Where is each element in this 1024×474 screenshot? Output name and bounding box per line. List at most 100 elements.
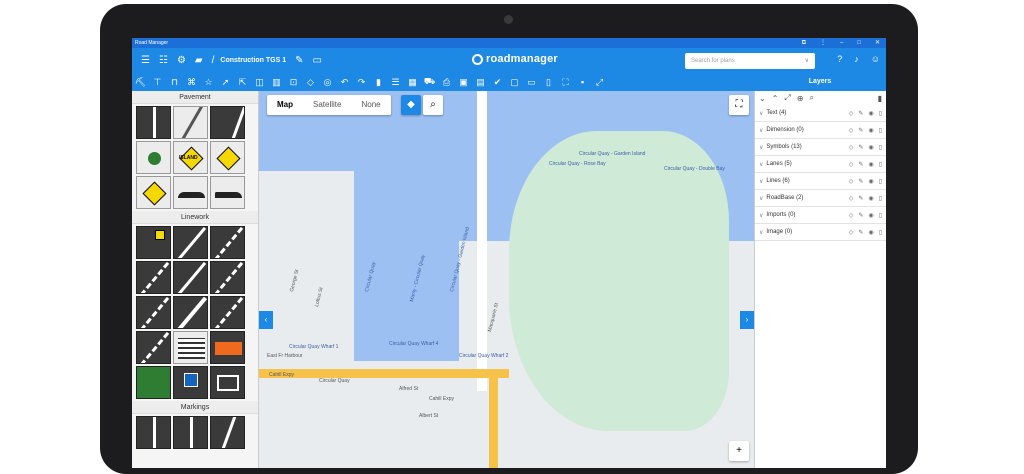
window-maximize-button[interactable]: □ (857, 38, 861, 48)
message-tool-icon[interactable]: ▭ (523, 77, 540, 88)
window-close-button[interactable]: ✕ (875, 38, 880, 48)
diagonal-line-tile[interactable] (173, 226, 208, 259)
project-name[interactable]: Construction TGS 1 (220, 57, 286, 64)
pencil-icon[interactable]: ✎ (858, 195, 863, 202)
window-more-button[interactable]: ⋮ (820, 38, 826, 48)
chevron-down-icon[interactable]: ∨ (759, 195, 763, 202)
check-tool-icon[interactable]: ✔ (489, 77, 506, 88)
map-mode-none-tab[interactable]: None (351, 95, 390, 115)
hatch-zone-tile[interactable] (173, 331, 208, 364)
map-mode-map-tab[interactable]: Map (267, 95, 303, 115)
target-icon[interactable]: ◇ (849, 127, 854, 134)
select-multi-tool-icon[interactable]: ⇱ (234, 77, 251, 88)
chevron-down-icon[interactable]: ∨ (759, 127, 763, 134)
network-tool-icon[interactable]: ⌘ (183, 77, 200, 88)
marking-arrow-left-tile[interactable] (136, 416, 171, 449)
focus-tool-icon[interactable]: ⛶ (557, 77, 574, 88)
solid-line-tile[interactable] (173, 296, 208, 329)
bump-sign-tile[interactable] (173, 176, 208, 209)
bell-icon[interactable]: ♪ (854, 54, 859, 64)
target-icon[interactable]: ◇ (849, 195, 854, 202)
account-icon[interactable]: ☺ (871, 54, 880, 64)
sign-tool-icon[interactable]: ⊤ (149, 77, 166, 88)
trash-icon[interactable]: ▮ (878, 94, 882, 103)
gear-icon[interactable]: ⚙ (177, 55, 186, 66)
chevron-down-icon[interactable]: ∨ (759, 161, 763, 168)
lock-icon[interactable]: ▯ (879, 212, 882, 219)
zoom-in-icon[interactable]: + (729, 441, 749, 461)
layer-row-symbols[interactable]: ∨ Symbols (13) ◇ ✎ ◉ ▯ (755, 139, 886, 156)
eye-icon[interactable]: ◉ (868, 212, 873, 219)
lock-icon[interactable]: ▯ (879, 127, 882, 134)
eye-icon[interactable]: ◉ (868, 127, 873, 134)
layer-row-text[interactable]: ∨ Text (4) ◇ ✎ ◉ ▯ (755, 105, 886, 122)
dashed-line-2-tile[interactable] (136, 261, 171, 294)
diagonal-line-2-tile[interactable] (173, 261, 208, 294)
dashed-line-4-tile[interactable] (210, 296, 245, 329)
layer-row-lines[interactable]: ∨ Lines (6) ◇ ✎ ◉ ▯ (755, 173, 886, 190)
lock-icon[interactable]: ▯ (879, 161, 882, 168)
target-icon[interactable]: ◇ (849, 144, 854, 151)
curved-road-tile[interactable] (173, 106, 208, 139)
lock-icon[interactable]: ▯ (879, 178, 882, 185)
menu-icon[interactable]: ☰ (141, 55, 150, 66)
target-icon[interactable]: ◇ (849, 212, 854, 219)
comment-tool-icon[interactable]: ▢ (506, 77, 523, 88)
marking-arrow-right-tile[interactable] (210, 416, 245, 449)
chevron-down-icon[interactable]: ∨ (759, 178, 763, 185)
map-search-icon[interactable]: ⌕ (423, 95, 443, 115)
list-tool-icon[interactable]: ☰ (387, 77, 404, 88)
pencil-icon[interactable]: ✎ (858, 127, 863, 134)
road-tool-icon[interactable]: ⛏ (132, 77, 149, 88)
parking-zone-tile[interactable] (173, 366, 208, 399)
bus-lane-tile[interactable] (136, 366, 171, 399)
pedestrian-sign-tile[interactable] (210, 141, 245, 174)
expand-all-icon[interactable]: ⌄ (759, 94, 766, 103)
roundabout-tile[interactable] (136, 141, 171, 174)
chevron-down-icon[interactable]: ∨ (805, 53, 809, 69)
map-fullscreen-icon[interactable]: ⛶ (729, 95, 749, 115)
eye-icon[interactable]: ◉ (868, 178, 873, 185)
doc-tool-icon[interactable]: ▯ (540, 77, 557, 88)
layer-row-roadbase[interactable]: ∨ RoadBase (2) ◇ ✎ ◉ ▯ (755, 190, 886, 207)
eye-icon[interactable]: ◉ (868, 110, 873, 117)
island-sign-tile[interactable]: ISLAND (173, 141, 208, 174)
undo-tool-icon[interactable]: ↶ (336, 77, 353, 88)
delete-tool-icon[interactable]: ▮ (370, 77, 387, 88)
lock-icon[interactable]: ▯ (879, 229, 882, 236)
bench-tool-icon[interactable]: ⊓ (166, 77, 183, 88)
marking-arrow-straight-tile[interactable] (173, 416, 208, 449)
diagonal-line-3-tile[interactable] (136, 331, 171, 364)
pencil-icon[interactable]: ✎ (858, 212, 863, 219)
select-tool-icon[interactable]: ➚ (217, 77, 234, 88)
star-tool-icon[interactable]: ☆ (200, 77, 217, 88)
layer-row-image[interactable]: ∨ Image (0) ◇ ✎ ◉ ▯ (755, 224, 886, 241)
target-icon[interactable]: ◇ (849, 110, 854, 117)
speed-hump-tile[interactable] (210, 176, 245, 209)
rename-icon[interactable]: ▭ (313, 55, 322, 66)
target-icon[interactable]: ◇ (849, 161, 854, 168)
view-icon[interactable]: ☷ (159, 55, 168, 66)
train-sign-tile[interactable] (136, 176, 171, 209)
layer-row-dimension[interactable]: ∨ Dimension (0) ◇ ✎ ◉ ▯ (755, 122, 886, 139)
map-mode-satellite-tab[interactable]: Satellite (303, 95, 351, 115)
chevron-down-icon[interactable]: ∨ (759, 229, 763, 236)
fullscreen-tool-icon[interactable]: ⤢ (591, 77, 608, 88)
eye-icon[interactable]: ◉ (868, 195, 873, 202)
redo-tool-icon[interactable]: ↷ (353, 77, 370, 88)
image-tool-icon[interactable]: ▣ (455, 77, 472, 88)
disabled-zone-tile[interactable] (210, 366, 245, 399)
help-icon[interactable]: ? (837, 54, 842, 64)
lasso-tool-icon[interactable]: ◇ (302, 77, 319, 88)
save-tool-icon[interactable]: ▪ (574, 77, 591, 87)
layer-row-imports[interactable]: ∨ Imports (0) ◇ ✎ ◉ ▯ (755, 207, 886, 224)
eye-icon[interactable]: ◉ (868, 144, 873, 151)
search-layers-icon[interactable]: ⌕ (810, 93, 814, 103)
collapse-all-icon[interactable]: ⌃ (772, 94, 779, 103)
layers-stack-icon[interactable]: ◆ (401, 95, 421, 115)
target-tool-icon[interactable]: ◎ (319, 77, 336, 88)
eye-icon[interactable]: ◉ (868, 229, 873, 236)
window-popout-button[interactable]: ⧉ (802, 38, 806, 48)
orange-zone-tile[interactable] (210, 331, 245, 364)
pencil-icon[interactable]: ✎ (858, 110, 863, 117)
